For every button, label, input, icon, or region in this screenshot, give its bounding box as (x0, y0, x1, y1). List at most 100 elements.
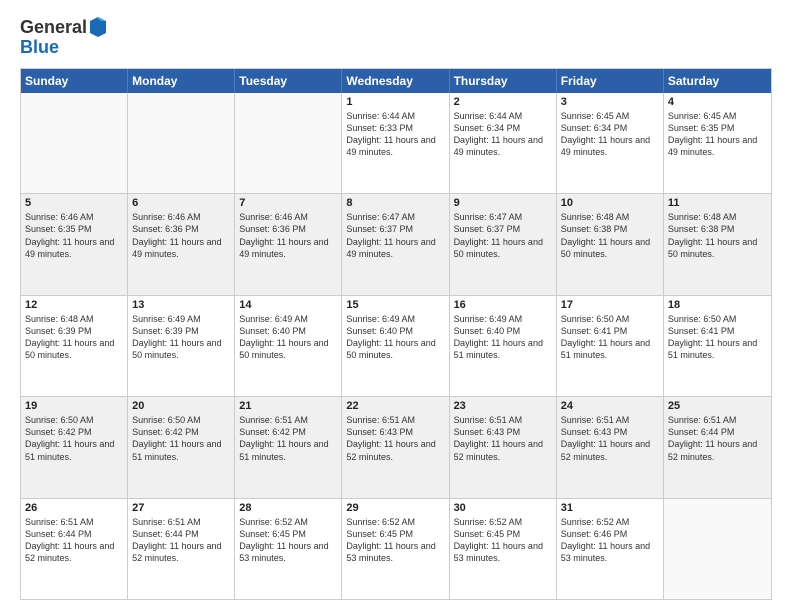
day-info: Sunrise: 6:48 AM Sunset: 6:38 PM Dayligh… (561, 211, 659, 260)
header-day-friday: Friday (557, 69, 664, 93)
day-number: 21 (239, 400, 337, 412)
day-info: Sunrise: 6:49 AM Sunset: 6:40 PM Dayligh… (454, 313, 552, 362)
day-info: Sunrise: 6:50 AM Sunset: 6:42 PM Dayligh… (132, 414, 230, 463)
calendar-row-4: 26Sunrise: 6:51 AM Sunset: 6:44 PM Dayli… (21, 498, 771, 599)
day-number: 1 (346, 96, 444, 108)
calendar-cell: 31 Sunrise: 6:52 AM Sunset: 6:46 PM Dayli… (557, 499, 664, 599)
calendar-cell: 15 Sunrise: 6:49 AM Sunset: 6:40 PM Dayli… (342, 296, 449, 396)
calendar-cell: 3Sunrise: 6:45 AM Sunset: 6:34 PM Daylig… (557, 93, 664, 193)
day-number: 19 (25, 400, 123, 412)
calendar-cell: 6 Sunrise: 6:46 AM Sunset: 6:36 PM Daylig… (128, 194, 235, 294)
day-number: 24 (561, 400, 659, 412)
day-number: 23 (454, 400, 552, 412)
calendar-cell: 18 Sunrise: 6:50 AM Sunset: 6:41 PM Dayli… (664, 296, 771, 396)
day-info: Sunrise: 6:51 AM Sunset: 6:44 PM Dayligh… (132, 516, 230, 565)
day-number: 30 (454, 502, 552, 514)
day-info: Sunrise: 6:52 AM Sunset: 6:45 PM Dayligh… (239, 516, 337, 565)
day-number: 11 (668, 197, 767, 209)
day-number: 10 (561, 197, 659, 209)
day-number: 4 (668, 96, 767, 108)
day-info: Sunrise: 6:44 AM Sunset: 6:33 PM Dayligh… (346, 110, 444, 159)
day-info: Sunrise: 6:50 AM Sunset: 6:41 PM Dayligh… (668, 313, 767, 362)
day-info: Sunrise: 6:51 AM Sunset: 6:44 PM Dayligh… (668, 414, 767, 463)
logo: General Blue (20, 18, 107, 58)
day-info: Sunrise: 6:49 AM Sunset: 6:40 PM Dayligh… (346, 313, 444, 362)
day-number: 18 (668, 299, 767, 311)
day-number: 6 (132, 197, 230, 209)
calendar-header: SundayMondayTuesdayWednesdayThursdayFrid… (21, 69, 771, 93)
day-info: Sunrise: 6:46 AM Sunset: 6:35 PM Dayligh… (25, 211, 123, 260)
day-number: 9 (454, 197, 552, 209)
day-number: 5 (25, 197, 123, 209)
logo-general-text: General (20, 18, 87, 38)
header-day-monday: Monday (128, 69, 235, 93)
calendar-cell: 10 Sunrise: 6:48 AM Sunset: 6:38 PM Dayli… (557, 194, 664, 294)
calendar-cell: 30Sunrise: 6:52 AM Sunset: 6:45 PM Dayli… (450, 499, 557, 599)
calendar-cell: 22 Sunrise: 6:51 AM Sunset: 6:43 PM Dayli… (342, 397, 449, 497)
day-info: Sunrise: 6:51 AM Sunset: 6:44 PM Dayligh… (25, 516, 123, 565)
day-info: Sunrise: 6:50 AM Sunset: 6:41 PM Dayligh… (561, 313, 659, 362)
calendar-cell: 20Sunrise: 6:50 AM Sunset: 6:42 PM Dayli… (128, 397, 235, 497)
day-info: Sunrise: 6:46 AM Sunset: 6:36 PM Dayligh… (132, 211, 230, 260)
calendar-cell: 14Sunrise: 6:49 AM Sunset: 6:40 PM Dayli… (235, 296, 342, 396)
calendar-cell: 21 Sunrise: 6:51 AM Sunset: 6:42 PM Dayli… (235, 397, 342, 497)
calendar-cell: 29 Sunrise: 6:52 AM Sunset: 6:45 PM Dayli… (342, 499, 449, 599)
logo-blue-text: Blue (20, 38, 107, 58)
day-number: 28 (239, 502, 337, 514)
day-info: Sunrise: 6:52 AM Sunset: 6:45 PM Dayligh… (346, 516, 444, 565)
logo-text: General Blue (20, 18, 107, 58)
day-info: Sunrise: 6:51 AM Sunset: 6:42 PM Dayligh… (239, 414, 337, 463)
day-info: Sunrise: 6:50 AM Sunset: 6:42 PM Dayligh… (25, 414, 123, 463)
header-day-saturday: Saturday (664, 69, 771, 93)
calendar-cell: 23 Sunrise: 6:51 AM Sunset: 6:43 PM Dayli… (450, 397, 557, 497)
day-info: Sunrise: 6:47 AM Sunset: 6:37 PM Dayligh… (454, 211, 552, 260)
calendar-row-1: 5 Sunrise: 6:46 AM Sunset: 6:35 PM Daylig… (21, 193, 771, 294)
day-info: Sunrise: 6:47 AM Sunset: 6:37 PM Dayligh… (346, 211, 444, 260)
calendar-cell: 27 Sunrise: 6:51 AM Sunset: 6:44 PM Dayli… (128, 499, 235, 599)
day-number: 15 (346, 299, 444, 311)
header-day-wednesday: Wednesday (342, 69, 449, 93)
calendar-body: 1 Sunrise: 6:44 AM Sunset: 6:33 PM Daylig… (21, 93, 771, 599)
day-info: Sunrise: 6:49 AM Sunset: 6:39 PM Dayligh… (132, 313, 230, 362)
day-number: 7 (239, 197, 337, 209)
calendar-cell: 26Sunrise: 6:51 AM Sunset: 6:44 PM Dayli… (21, 499, 128, 599)
day-number: 17 (561, 299, 659, 311)
calendar-cell: 11Sunrise: 6:48 AM Sunset: 6:38 PM Dayli… (664, 194, 771, 294)
calendar-cell (128, 93, 235, 193)
calendar-cell (21, 93, 128, 193)
day-info: Sunrise: 6:44 AM Sunset: 6:34 PM Dayligh… (454, 110, 552, 159)
calendar-cell: 5 Sunrise: 6:46 AM Sunset: 6:35 PM Daylig… (21, 194, 128, 294)
calendar-row-3: 19 Sunrise: 6:50 AM Sunset: 6:42 PM Dayli… (21, 396, 771, 497)
page: General Blue SundayMondayTuesdayWednesda… (0, 0, 792, 612)
day-info: Sunrise: 6:52 AM Sunset: 6:46 PM Dayligh… (561, 516, 659, 565)
calendar-cell: 9 Sunrise: 6:47 AM Sunset: 6:37 PM Daylig… (450, 194, 557, 294)
calendar-cell (235, 93, 342, 193)
day-number: 22 (346, 400, 444, 412)
header-day-sunday: Sunday (21, 69, 128, 93)
header-day-tuesday: Tuesday (235, 69, 342, 93)
calendar-cell: 17 Sunrise: 6:50 AM Sunset: 6:41 PM Dayli… (557, 296, 664, 396)
calendar-cell (664, 499, 771, 599)
day-number: 29 (346, 502, 444, 514)
day-number: 27 (132, 502, 230, 514)
day-number: 13 (132, 299, 230, 311)
day-number: 16 (454, 299, 552, 311)
calendar-cell: 4 Sunrise: 6:45 AM Sunset: 6:35 PM Daylig… (664, 93, 771, 193)
day-info: Sunrise: 6:51 AM Sunset: 6:43 PM Dayligh… (454, 414, 552, 463)
day-info: Sunrise: 6:45 AM Sunset: 6:35 PM Dayligh… (668, 110, 767, 159)
day-number: 31 (561, 502, 659, 514)
day-number: 2 (454, 96, 552, 108)
day-info: Sunrise: 6:51 AM Sunset: 6:43 PM Dayligh… (346, 414, 444, 463)
day-info: Sunrise: 6:49 AM Sunset: 6:40 PM Dayligh… (239, 313, 337, 362)
day-number: 8 (346, 197, 444, 209)
calendar-cell: 12Sunrise: 6:48 AM Sunset: 6:39 PM Dayli… (21, 296, 128, 396)
day-number: 3 (561, 96, 659, 108)
calendar: SundayMondayTuesdayWednesdayThursdayFrid… (20, 68, 772, 600)
day-info: Sunrise: 6:46 AM Sunset: 6:36 PM Dayligh… (239, 211, 337, 260)
day-number: 25 (668, 400, 767, 412)
calendar-cell: 25 Sunrise: 6:51 AM Sunset: 6:44 PM Dayli… (664, 397, 771, 497)
calendar-cell: 2 Sunrise: 6:44 AM Sunset: 6:34 PM Daylig… (450, 93, 557, 193)
header-day-thursday: Thursday (450, 69, 557, 93)
day-info: Sunrise: 6:48 AM Sunset: 6:39 PM Dayligh… (25, 313, 123, 362)
calendar-cell: 24Sunrise: 6:51 AM Sunset: 6:43 PM Dayli… (557, 397, 664, 497)
